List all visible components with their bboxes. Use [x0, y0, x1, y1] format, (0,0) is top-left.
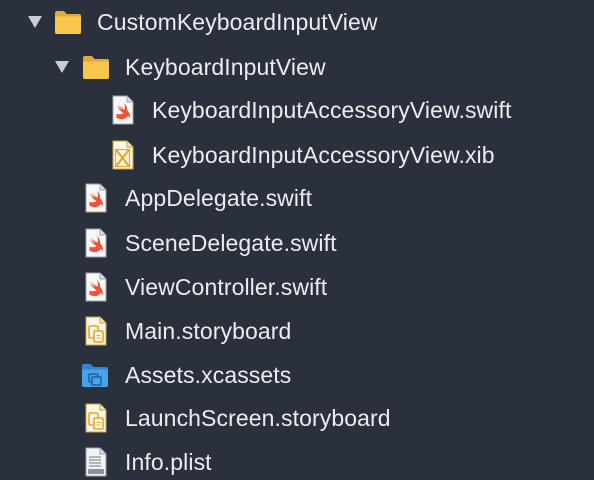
navigator-row-file[interactable]: AppDelegate.swift — [0, 176, 594, 220]
navigator-row-file[interactable]: LaunchScreen.storyboard — [0, 396, 594, 440]
root-folder-label: CustomKeyboardInputView — [97, 8, 378, 35]
project-navigator: CustomKeyboardInputView KeyboardInputVie… — [0, 0, 594, 480]
assets-folder-icon — [80, 360, 110, 390]
file-label: Assets.xcassets — [125, 361, 292, 388]
plist-file-icon — [81, 447, 111, 477]
navigator-row-file[interactable]: Assets.xcassets — [0, 353, 594, 397]
disclosure-triangle-expanded-icon[interactable] — [27, 15, 43, 29]
folder-icon — [81, 52, 111, 82]
subfolder-label: KeyboardInputView — [125, 53, 326, 80]
navigator-row-file[interactable]: SceneDelegate.swift — [0, 221, 594, 265]
file-label: SceneDelegate.swift — [125, 229, 337, 256]
navigator-row-file[interactable]: Info.plist — [0, 440, 594, 480]
navigator-row-subfolder[interactable]: KeyboardInputView — [0, 45, 594, 89]
swift-file-icon — [81, 183, 111, 213]
file-label: LaunchScreen.storyboard — [125, 404, 391, 431]
file-label: KeyboardInputAccessoryView.xib — [152, 141, 495, 168]
file-label: AppDelegate.swift — [125, 184, 313, 211]
disclosure-triangle-expanded-icon[interactable] — [54, 60, 70, 74]
storyboard-file-icon — [81, 403, 111, 433]
xib-file-icon — [108, 140, 138, 170]
storyboard-file-icon — [81, 316, 111, 346]
file-label: Info.plist — [125, 448, 212, 475]
swift-file-icon — [81, 272, 111, 302]
file-label: KeyboardInputAccessoryView.swift — [152, 96, 512, 123]
file-label: ViewController.swift — [125, 273, 328, 300]
file-label: Main.storyboard — [125, 317, 292, 344]
navigator-row-file[interactable]: KeyboardInputAccessoryView.swift — [0, 88, 594, 132]
folder-icon — [53, 7, 83, 37]
navigator-row-file[interactable]: ViewController.swift — [0, 265, 594, 309]
navigator-row-file[interactable]: KeyboardInputAccessoryView.xib — [0, 133, 594, 177]
swift-file-icon — [81, 228, 111, 258]
navigator-row-root-folder[interactable]: CustomKeyboardInputView — [0, 0, 594, 44]
swift-file-icon — [108, 95, 138, 125]
navigator-row-file[interactable]: Main.storyboard — [0, 309, 594, 353]
